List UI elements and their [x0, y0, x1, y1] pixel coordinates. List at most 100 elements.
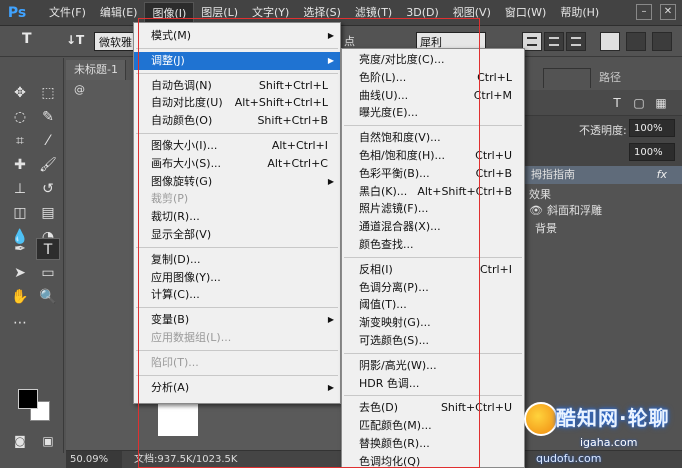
quick-mask-icon[interactable]: ◙	[8, 430, 32, 452]
quick-select-tool-icon[interactable]: ✎	[36, 106, 60, 128]
eyedropper-tool-icon[interactable]: ⁄	[36, 130, 60, 152]
menu-4[interactable]: 文字(Y)	[245, 2, 296, 24]
menu-item[interactable]: 去色(D) Shift+Ctrl+U	[342, 399, 524, 417]
shape-filter-icon[interactable]: ▢	[631, 95, 647, 111]
warp-text-button[interactable]	[626, 32, 646, 51]
menu-item[interactable]: 阴影/高光(W)...	[342, 357, 524, 375]
menu-item[interactable]: 反相(I) Ctrl+I	[342, 261, 524, 279]
rectangle-tool-icon[interactable]: ▭	[36, 262, 60, 284]
clone-stamp-tool-icon[interactable]: ⊥	[8, 178, 32, 200]
menu-item[interactable]: 色调分离(P)...	[342, 279, 524, 297]
menu-item[interactable]: 颜色查找...	[342, 236, 524, 254]
menu-item[interactable]: 变量(B) ▶	[134, 311, 340, 329]
document-size[interactable]: 文档:937.5K/1023.5K	[134, 451, 237, 468]
marquee-tool-icon[interactable]: ⬚	[36, 82, 60, 104]
menu-item[interactable]: 计算(C)...	[134, 286, 340, 304]
screen-mode-icon[interactable]: ▣	[36, 430, 60, 452]
menu-item-label: 去色(D)	[359, 401, 399, 415]
menu-item-label: 色调均化(Q)	[359, 454, 421, 468]
menu-item[interactable]: 显示全部(V)	[134, 226, 340, 244]
menu-item-label: 匹配颜色(M)...	[359, 419, 432, 433]
gradient-tool-icon[interactable]: ▤	[36, 202, 60, 224]
menu-item[interactable]: 匹配颜色(M)...	[342, 417, 524, 435]
menu-item[interactable]: 渐变映射(G)...	[342, 314, 524, 332]
align-center-button[interactable]	[544, 32, 564, 51]
menu-item[interactable]: 图像大小(I)... Alt+Ctrl+I	[134, 137, 340, 155]
menu-item[interactable]: 替换颜色(R)...	[342, 435, 524, 453]
align-left-icon	[527, 37, 537, 46]
menu-10[interactable]: 帮助(H)	[553, 2, 606, 24]
zoom-tool-icon[interactable]: 🔍	[36, 286, 60, 308]
menu-item[interactable]: 亮度/对比度(C)...	[342, 51, 524, 69]
align-right-button[interactable]	[566, 32, 586, 51]
pen-tool-icon[interactable]: ✒	[8, 238, 32, 260]
character-panel-button[interactable]	[652, 32, 672, 51]
type-filter-icon[interactable]: T	[609, 95, 625, 111]
brush-tool-icon[interactable]: 🖌	[36, 154, 60, 176]
menu-item-label: 自然饱和度(V)...	[359, 131, 441, 145]
menu-item[interactable]: 自动色调(N) Shift+Ctrl+L	[134, 77, 340, 95]
path-select-tool-icon[interactable]: ➤	[8, 262, 32, 284]
menu-5[interactable]: 选择(S)	[296, 2, 348, 24]
foreground-color-swatch[interactable]	[18, 389, 38, 409]
menu-item[interactable]: 模式(M) ▶	[134, 27, 340, 45]
menu-item[interactable]: 色阶(L)... Ctrl+L	[342, 69, 524, 87]
menu-1[interactable]: 编辑(E)	[93, 2, 145, 24]
tab-channels[interactable]	[543, 68, 591, 88]
toolbox: ✥ ⬚ ◌ ✎ ⌗ ⁄ ✚ 🖌 ⊥ ↺ ◫ ▤ 💧 ◔ ✒ T ➤ ▭ ✋ 🔍 …	[0, 58, 64, 453]
menu-item[interactable]: 通道混合器(X)...	[342, 218, 524, 236]
menu-item[interactable]: 自然饱和度(V)...	[342, 129, 524, 147]
menu-7[interactable]: 3D(D)	[399, 2, 446, 24]
close-button[interactable]: ✕	[660, 4, 676, 20]
healing-brush-tool-icon[interactable]: ✚	[8, 154, 32, 176]
menu-item[interactable]: 照片滤镜(F)...	[342, 200, 524, 218]
menu-item[interactable]: 曲线(U)... Ctrl+M	[342, 87, 524, 105]
crop-tool-icon[interactable]: ⌗	[8, 130, 32, 152]
opacity-input[interactable]: 100%	[629, 119, 675, 137]
lasso-tool-icon[interactable]: ◌	[8, 106, 32, 128]
eye-icon[interactable]: 👁	[529, 204, 543, 217]
eraser-tool-icon[interactable]: ◫	[8, 202, 32, 224]
menu-item[interactable]: 色相/饱和度(H)... Ctrl+U	[342, 147, 524, 165]
menu-item[interactable]: 画布大小(S)... Alt+Ctrl+C	[134, 155, 340, 173]
menu-item[interactable]: 应用图像(Y)...	[134, 269, 340, 287]
menu-item[interactable]: 裁切(R)...	[134, 208, 340, 226]
history-brush-tool-icon[interactable]: ↺	[36, 178, 60, 200]
text-color-swatch[interactable]	[600, 32, 620, 51]
orientation-toggle-icon[interactable]: ↓T	[66, 33, 84, 47]
font-family-select[interactable]: 微软雅	[94, 32, 138, 51]
menu-item[interactable]: 分析(A) ▶	[134, 379, 340, 397]
menu-2[interactable]: 图像(I)	[144, 1, 195, 24]
fill-input[interactable]: 100%	[629, 143, 675, 161]
menu-item[interactable]: 图像旋转(G) ▶	[134, 173, 340, 191]
menu-item[interactable]: 色调均化(Q)	[342, 453, 524, 468]
smart-filter-icon[interactable]: ▦	[653, 95, 669, 111]
menu-8[interactable]: 视图(V)	[446, 2, 498, 24]
menu-item[interactable]: 自动对比度(U) Alt+Shift+Ctrl+L	[134, 94, 340, 112]
menu-item[interactable]: 曝光度(E)...	[342, 104, 524, 122]
menu-6[interactable]: 滤镜(T)	[348, 2, 399, 24]
menu-item[interactable]: 黑白(K)... Alt+Shift+Ctrl+B	[342, 183, 524, 201]
menu-9[interactable]: 窗口(W)	[498, 2, 553, 24]
menu-item[interactable]: 自动颜色(O) Shift+Ctrl+B	[134, 112, 340, 130]
more-tools-icon[interactable]: ⋯	[8, 312, 32, 334]
menu-item[interactable]: HDR 色调...	[342, 375, 524, 393]
menu-item[interactable]: 可选颜色(S)...	[342, 332, 524, 350]
type-tool-icon[interactable]: T	[22, 31, 32, 47]
menu-item[interactable]: 调整(J) ▶	[134, 51, 340, 70]
zoom-level[interactable]: 50.09%	[66, 451, 122, 468]
hand-tool-icon[interactable]: ✋	[8, 286, 32, 308]
menu-item[interactable]: 复制(D)...	[134, 251, 340, 269]
menu-item[interactable]: 阈值(T)...	[342, 296, 524, 314]
tab-paths[interactable]: 路径	[591, 68, 629, 88]
menu-3[interactable]: 图层(L)	[194, 2, 245, 24]
document-tab[interactable]: 未标题-1 @	[66, 60, 126, 96]
type-tool-icon-active[interactable]: T	[36, 238, 60, 260]
menu-separator	[344, 395, 522, 397]
move-tool-icon[interactable]: ✥	[8, 82, 32, 104]
submenu-arrow-icon: ▶	[327, 382, 334, 392]
align-left-button[interactable]	[522, 32, 542, 51]
menu-0[interactable]: 文件(F)	[42, 2, 93, 24]
menu-item[interactable]: 色彩平衡(B)... Ctrl+B	[342, 165, 524, 183]
minimize-button[interactable]: –	[636, 4, 652, 20]
